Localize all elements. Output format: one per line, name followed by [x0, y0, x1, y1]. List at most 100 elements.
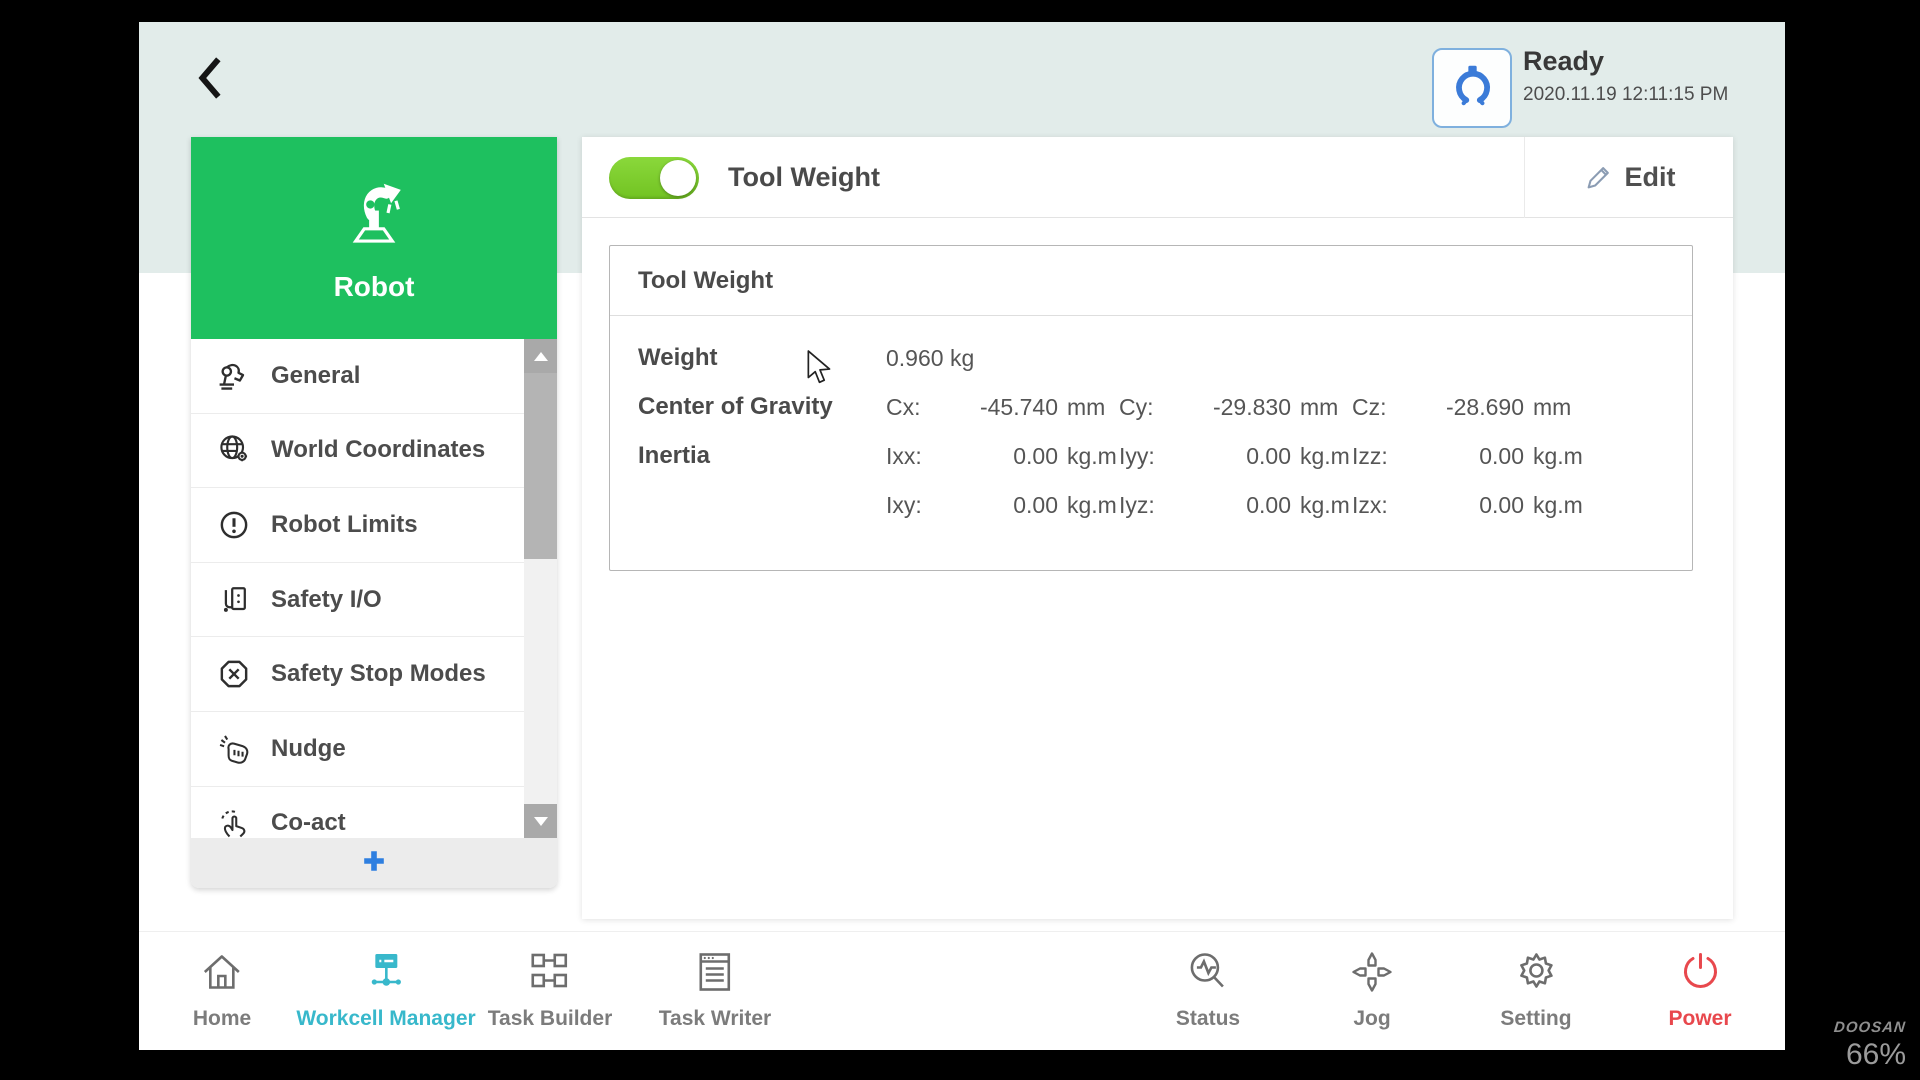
inertia-ixy: Ixy: 0.00 kg.m: [886, 492, 1119, 519]
edit-button[interactable]: Edit: [1524, 137, 1733, 218]
inertia-izz-unit: kg.m: [1533, 443, 1583, 470]
io-panel-icon: [215, 581, 253, 619]
app-window: Ready 2020.11.19 12:11:15 PM Robot: [139, 22, 1785, 1050]
center-of-gravity-row: Center of Gravity Cx: -45.740 mm Cy: -29…: [638, 385, 1692, 429]
sidebar-item-label: General: [271, 362, 360, 390]
brand-logo: DOOSAN: [1833, 1019, 1907, 1036]
sidebar-item-label: Co-act: [271, 809, 346, 837]
globe-icon: [215, 431, 253, 469]
sidebar-item-safety-io[interactable]: Safety I/O: [191, 563, 524, 638]
sidebar-item-nudge[interactable]: Nudge: [191, 712, 524, 787]
inertia-row-1: Inertia Ixx: 0.00 kg.m Iyy: 0.00 kg.m Iz…: [638, 434, 1692, 478]
cog-label: Center of Gravity: [638, 393, 886, 421]
sidebar-item-safety-stop-modes[interactable]: Safety Stop Modes: [191, 637, 524, 712]
tool-weight-card: Tool Weight Weight 0.960 kg Center of Gr…: [609, 245, 1693, 571]
triangle-up-icon: [534, 352, 548, 361]
cog-cy-key: Cy:: [1119, 394, 1173, 421]
scroll-down-button[interactable]: [524, 804, 557, 838]
robot-gripper-icon: [1447, 61, 1497, 116]
inertia-iyy-key: Iyy:: [1119, 443, 1173, 470]
inertia-ixx-unit: kg.m: [1067, 443, 1117, 470]
cog-cz-key: Cz:: [1352, 394, 1406, 421]
sidebar-scrollbar[interactable]: [524, 339, 557, 838]
sidebar-item-label: Robot Limits: [271, 511, 418, 539]
weight-label: Weight: [638, 344, 886, 372]
back-chevron-icon: [187, 89, 231, 106]
robot-arm-icon: [335, 174, 413, 257]
inertia-izx: Izx: 0.00 kg.m: [1352, 492, 1585, 519]
add-workcell-item-button[interactable]: [191, 838, 557, 888]
sidebar-item-label: Safety I/O: [271, 586, 382, 614]
cog-cz-unit: mm: [1533, 394, 1571, 421]
cog-cy-value: -29.830: [1173, 394, 1291, 421]
nudge-hand-icon: [215, 730, 253, 768]
nav-home[interactable]: Home: [193, 948, 251, 1031]
cog-cy: Cy: -29.830 mm: [1119, 394, 1352, 421]
mouse-cursor: [806, 350, 834, 391]
inertia-izx-value: 0.00: [1406, 492, 1524, 519]
cog-cy-unit: mm: [1300, 394, 1338, 421]
inertia-izz-key: Izz:: [1352, 443, 1406, 470]
limit-alert-icon: [215, 506, 253, 544]
status-label: Ready: [1523, 46, 1728, 77]
robot-arm-small-icon: [215, 357, 253, 395]
nav-jog[interactable]: Jog: [1348, 948, 1396, 1031]
nav-status[interactable]: Status: [1176, 948, 1240, 1031]
task-builder-icon: [526, 983, 574, 1000]
cog-cx-key: Cx:: [886, 394, 940, 421]
inertia-iyz-key: Iyz:: [1119, 492, 1173, 519]
panel-title: Tool Weight: [728, 137, 880, 218]
stop-octagon-icon: [215, 655, 253, 693]
inertia-izz-value: 0.00: [1406, 443, 1524, 470]
weight-value: 0.960 kg: [886, 345, 974, 372]
nav-home-label: Home: [193, 1007, 251, 1031]
nav-workcell-manager-label: Workcell Manager: [296, 1007, 475, 1031]
pencil-icon: [1583, 163, 1613, 193]
nav-task-builder[interactable]: Task Builder: [488, 948, 612, 1031]
weight-row: Weight 0.960 kg: [638, 336, 1692, 380]
home-icon: [198, 983, 246, 1000]
tool-weight-toggle[interactable]: [609, 157, 699, 199]
watermark: DOOSAN 66%: [1834, 1019, 1906, 1072]
inertia-ixx-value: 0.00: [940, 443, 1058, 470]
status-timestamp: 2020.11.19 12:11:15 PM: [1523, 84, 1728, 106]
bottom-nav: Home Workcell Manager: [139, 931, 1785, 1050]
inertia-ixy-value: 0.00: [940, 492, 1058, 519]
robot-category-card[interactable]: Robot: [191, 137, 557, 339]
nav-setting-label: Setting: [1500, 1007, 1571, 1031]
back-button[interactable]: [187, 54, 231, 102]
sidebar-item-co-act[interactable]: Co-act: [191, 787, 524, 838]
inertia-iyy: Iyy: 0.00 kg.m: [1119, 443, 1352, 470]
nav-task-writer[interactable]: Task Writer: [659, 948, 771, 1031]
cog-cx-unit: mm: [1067, 394, 1105, 421]
nav-setting[interactable]: Setting: [1500, 948, 1571, 1031]
cog-cx-value: -45.740: [940, 394, 1058, 421]
scrollbar-thumb[interactable]: [524, 373, 557, 559]
sidebar-item-world-coordinates[interactable]: World Coordinates: [191, 414, 524, 489]
inertia-ixy-unit: kg.m: [1067, 492, 1117, 519]
task-writer-icon: [691, 983, 739, 1000]
cog-cx: Cx: -45.740 mm: [886, 394, 1119, 421]
nav-power[interactable]: Power: [1668, 948, 1731, 1031]
inertia-label: Inertia: [638, 442, 886, 470]
cog-cz-value: -28.690: [1406, 394, 1524, 421]
inertia-izx-unit: kg.m: [1533, 492, 1583, 519]
nav-status-label: Status: [1176, 1007, 1240, 1031]
scroll-up-button[interactable]: [524, 339, 557, 373]
nav-workcell-manager[interactable]: Workcell Manager: [296, 948, 475, 1031]
nav-jog-label: Jog: [1348, 1007, 1396, 1031]
inertia-row-2: Ixy: 0.00 kg.m Iyz: 0.00 kg.m Izx: 0.00 …: [638, 483, 1692, 527]
sidebar-item-label: Safety Stop Modes: [271, 660, 486, 688]
sidebar-title: Robot: [334, 271, 415, 303]
jog-dpad-icon: [1348, 983, 1396, 1000]
panel-header: Tool Weight Edit: [582, 137, 1733, 218]
robot-status-button[interactable]: [1432, 48, 1512, 128]
inertia-iyz-value: 0.00: [1173, 492, 1291, 519]
sidebar-item-general[interactable]: General: [191, 339, 524, 414]
inertia-iyy-value: 0.00: [1173, 443, 1291, 470]
inertia-izz: Izz: 0.00 kg.m: [1352, 443, 1585, 470]
nav-power-label: Power: [1668, 1007, 1731, 1031]
power-icon: [1676, 983, 1724, 1000]
sidebar-item-label: Nudge: [271, 735, 346, 763]
sidebar-item-robot-limits[interactable]: Robot Limits: [191, 488, 524, 563]
